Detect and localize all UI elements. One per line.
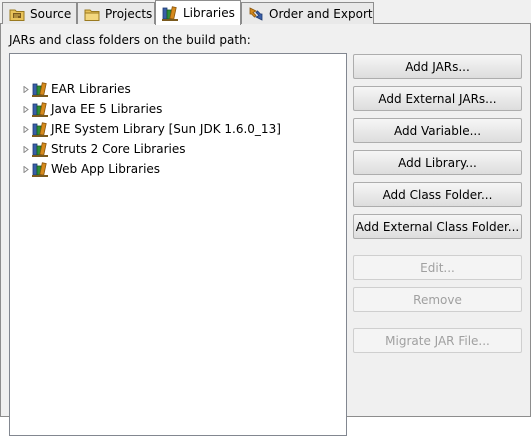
library-icon [32, 102, 48, 117]
expand-arrow-icon[interactable] [23, 85, 30, 93]
libraries-icon [162, 6, 178, 21]
expand-arrow-icon[interactable] [23, 125, 30, 133]
library-tree[interactable]: EAR Libraries Java EE 5 Libraries JRE Sy… [9, 53, 347, 436]
tab-source[interactable]: Source [2, 2, 77, 24]
tab-projects-label: Projects [105, 6, 153, 21]
edit-button[interactable]: Edit... [353, 255, 522, 280]
order-export-icon [249, 6, 263, 21]
tree-item-struts-2-core-libraries[interactable]: Struts 2 Core Libraries [10, 139, 346, 159]
remove-button[interactable]: Remove [353, 287, 522, 312]
source-folder-icon [9, 9, 25, 21]
tree-item-ear-libraries[interactable]: EAR Libraries [10, 79, 346, 99]
expand-arrow-icon[interactable] [23, 105, 30, 113]
add-external-jars-button[interactable]: Add External JARs... [353, 86, 522, 111]
tab-libraries[interactable]: Libraries [155, 0, 241, 25]
tree-item-label: JRE System Library [Sun JDK 1.6.0_13] [51, 122, 281, 136]
tree-item-label: EAR Libraries [51, 82, 131, 96]
tree-item-label: Java EE 5 Libraries [51, 102, 163, 116]
project-folder-icon [84, 9, 100, 21]
add-jars-button[interactable]: Add JARs... [353, 54, 522, 79]
library-icon [32, 162, 48, 177]
tree-item-java-ee-5-libraries[interactable]: Java EE 5 Libraries [10, 99, 346, 119]
add-variable-button[interactable]: Add Variable... [353, 118, 522, 143]
tab-order-export-label: Order and Export [269, 6, 373, 21]
library-icon [32, 82, 48, 97]
tree-item-label: Struts 2 Core Libraries [51, 142, 186, 156]
tab-source-label: Source [30, 6, 72, 21]
add-external-class-folder-button[interactable]: Add External Class Folder... [353, 214, 522, 239]
tree-item-jre-system-library[interactable]: JRE System Library [Sun JDK 1.6.0_13] [10, 119, 346, 139]
tree-item-web-app-libraries[interactable]: Web App Libraries [10, 159, 346, 179]
build-path-label: JARs and class folders on the build path… [9, 33, 251, 47]
migrate-jar-file-button[interactable]: Migrate JAR File... [353, 328, 522, 353]
tab-order-export[interactable]: Order and Export [241, 2, 374, 24]
library-icon [32, 122, 48, 137]
expand-arrow-icon[interactable] [23, 145, 30, 153]
libraries-panel: JARs and class folders on the build path… [0, 24, 531, 436]
tab-libraries-label: Libraries [183, 6, 235, 20]
expand-arrow-icon[interactable] [23, 165, 30, 173]
add-class-folder-button[interactable]: Add Class Folder... [353, 182, 522, 207]
library-icon [32, 142, 48, 157]
add-library-button[interactable]: Add Library... [353, 150, 522, 175]
tab-projects[interactable]: Projects [77, 2, 155, 24]
tab-bar: Source Projects Libraries Order and Expo… [0, 0, 531, 25]
tree-item-label: Web App Libraries [51, 162, 161, 176]
